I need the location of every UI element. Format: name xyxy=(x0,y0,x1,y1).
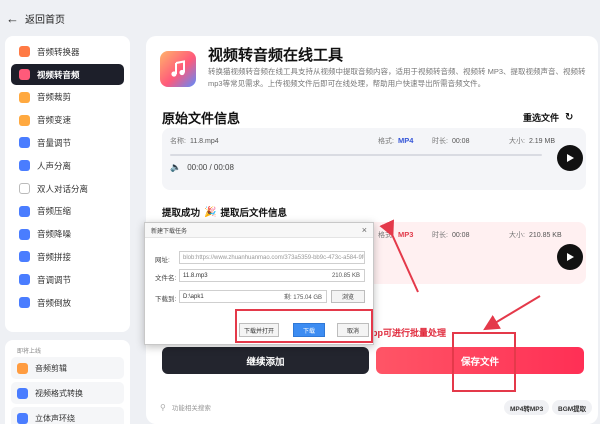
annotation-box-save xyxy=(452,332,516,392)
sidebar: 音频转换器视频转音频音频裁剪音频变速音量调节人声分离双人对话分离 音频压缩音频降噪… xyxy=(5,36,130,332)
play-icon xyxy=(567,253,574,261)
ext-size: 大小: 210.85 KB xyxy=(509,232,562,239)
play-button-extracted[interactable] xyxy=(557,244,583,270)
continue-add-button[interactable]: 继续添加 xyxy=(162,347,369,374)
sidebar-item[interactable]: 音频裁剪 xyxy=(11,87,124,109)
sidebar-item[interactable]: 音频拼接 xyxy=(11,246,124,268)
play-icon xyxy=(567,154,574,162)
annotation-box-dialog-buttons xyxy=(235,309,373,343)
arrow-left-icon[interactable]: ← xyxy=(6,11,19,26)
party-popper-icon: 🎉 xyxy=(204,206,217,218)
tag-mp4-mp3[interactable]: MP4转MP3 xyxy=(504,400,550,415)
sidebar-item-label: 音频转换器 xyxy=(37,46,80,57)
sidebar-item[interactable]: 音频压缩 xyxy=(11,201,124,223)
progress-bar[interactable] xyxy=(170,154,542,156)
close-icon[interactable]: × xyxy=(362,225,367,235)
original-section-title: 原始文件信息 xyxy=(162,111,241,126)
coming-soon-item[interactable]: 音频剪辑 xyxy=(11,357,124,379)
reselect-file-button[interactable]: 重选文件 ↻ xyxy=(523,111,573,124)
sidebar-item[interactable]: 音频降噪 xyxy=(11,223,124,245)
batch-hint: pp可进行批量处理 xyxy=(372,328,446,338)
url-field[interactable]: blob:https://www.zhuanhuanmao.com/373a53… xyxy=(179,251,365,264)
refresh-icon: ↻ xyxy=(565,112,574,123)
extract-title: 提取后文件信息 xyxy=(220,208,287,219)
ext-format: 格式: MP3 xyxy=(378,230,414,239)
orig-name: 名称: 11.8.mp4 xyxy=(170,138,219,145)
coming-soon-item-label: 视频格式转换 xyxy=(35,388,83,398)
sidebar-item-label: 音频降噪 xyxy=(37,229,72,240)
coming-soon-item[interactable]: 立体声环绕 xyxy=(11,407,124,424)
page-title: 视频转音频在线工具 xyxy=(208,47,344,64)
speaker-icon[interactable]: 🔈 xyxy=(170,162,181,173)
reverse-icon xyxy=(19,297,30,309)
reselect-label: 重选文件 xyxy=(523,113,560,123)
audio-edit-icon xyxy=(17,362,28,374)
sidebar-item-label: 音频裁剪 xyxy=(37,92,72,103)
coming-soon-item-label: 音频剪辑 xyxy=(35,363,67,373)
ext-duration: 时长: 00:08 xyxy=(432,232,470,239)
sidebar-item-label: 音频变速 xyxy=(37,115,72,126)
video-to-audio-icon xyxy=(19,69,30,81)
tag-bgm[interactable]: BGM提取 xyxy=(552,400,593,415)
audio-speed-icon xyxy=(19,114,30,126)
extract-status-row: 提取成功 🎉 提取后文件信息 xyxy=(162,205,287,220)
playback-time: 🔈 00:00 / 00:08 xyxy=(170,162,234,173)
filename-field[interactable]: 11.8.mp3 210.85 KB xyxy=(179,269,365,282)
sidebar-item[interactable]: 双人对话分离 xyxy=(11,178,124,200)
browse-button[interactable]: 浏览 xyxy=(331,290,365,303)
filename-label: 文件名: xyxy=(155,275,177,282)
save-to-field[interactable]: D:\apk1 剩: 175.04 GB xyxy=(179,290,327,303)
orig-format: 格式: MP4 xyxy=(378,136,414,145)
audio-converter-icon xyxy=(19,46,30,58)
coming-soon-item[interactable]: 视频格式转换 xyxy=(11,382,124,404)
sidebar-coming-soon: 即将上线 音频剪辑视频格式转换 立体声环绕 xyxy=(5,340,130,424)
audio-merge-icon xyxy=(19,251,30,263)
sidebar-item-label: 人声分离 xyxy=(37,160,72,171)
page-description: 转换猫视频转音频在线工具支持从视频中提取音频内容，适用于视频转音频、视频转 MP… xyxy=(208,67,586,88)
music-note-icon xyxy=(160,51,196,87)
sidebar-item[interactable]: 人声分离 xyxy=(11,155,124,177)
back-home-link[interactable]: 返回首页 xyxy=(25,11,65,26)
sidebar-item-label: 音量调节 xyxy=(37,137,72,148)
orig-size: 大小: 2.19 MB xyxy=(509,138,556,145)
coming-soon-item-label: 立体声环绕 xyxy=(35,413,75,423)
sidebar-item-label: 双人对话分离 xyxy=(37,183,89,194)
sidebar-item-label: 音频压缩 xyxy=(37,206,72,217)
sidebar-item[interactable]: 音频倒放 xyxy=(11,292,124,314)
save-to-label: 下载到: xyxy=(155,296,177,303)
pitch-icon xyxy=(19,274,30,286)
sidebar-item[interactable]: 音频变速 xyxy=(11,109,124,131)
sidebar-item-label: 音调调节 xyxy=(37,274,72,285)
sidebar-item[interactable]: 音频转换器 xyxy=(11,41,124,63)
sidebar-item-label: 音频倒放 xyxy=(37,297,72,308)
extract-success: 提取成功 xyxy=(162,208,201,219)
topbar: ← 返回首页 xyxy=(0,0,600,36)
vocal-separate-icon xyxy=(19,160,30,172)
orig-duration: 时长: 00:08 xyxy=(432,138,470,145)
search-bar[interactable]: ⚲ 功能相关搜索 xyxy=(160,402,211,413)
surround-icon xyxy=(17,412,28,424)
sidebar-item[interactable]: 视频转音频 xyxy=(11,63,124,86)
sidebar-item-label: 音频拼接 xyxy=(37,251,72,262)
audio-compress-icon xyxy=(19,205,30,217)
dialog-separate-icon xyxy=(19,183,30,195)
original-file-card: 名称: 11.8.mp4 格式: MP4 时长: 00:08 大小: 2.19 MB 🔈… xyxy=(162,128,586,190)
sidebar-item[interactable]: 音量调节 xyxy=(11,132,124,154)
url-label: 网址: xyxy=(155,257,170,264)
coming-soon-label: 即将上线 xyxy=(17,349,42,355)
play-button[interactable] xyxy=(557,145,583,171)
volume-icon xyxy=(19,137,30,149)
denoise-icon xyxy=(19,228,30,240)
sidebar-item-label: 视频转音频 xyxy=(37,69,80,80)
search-icon: ⚲ xyxy=(160,402,166,412)
audio-cut-icon xyxy=(19,91,30,103)
dialog-title: 新建下载任务 xyxy=(145,223,373,238)
sidebar-item[interactable]: 音调调节 xyxy=(11,269,124,291)
video-format-icon xyxy=(17,387,28,399)
